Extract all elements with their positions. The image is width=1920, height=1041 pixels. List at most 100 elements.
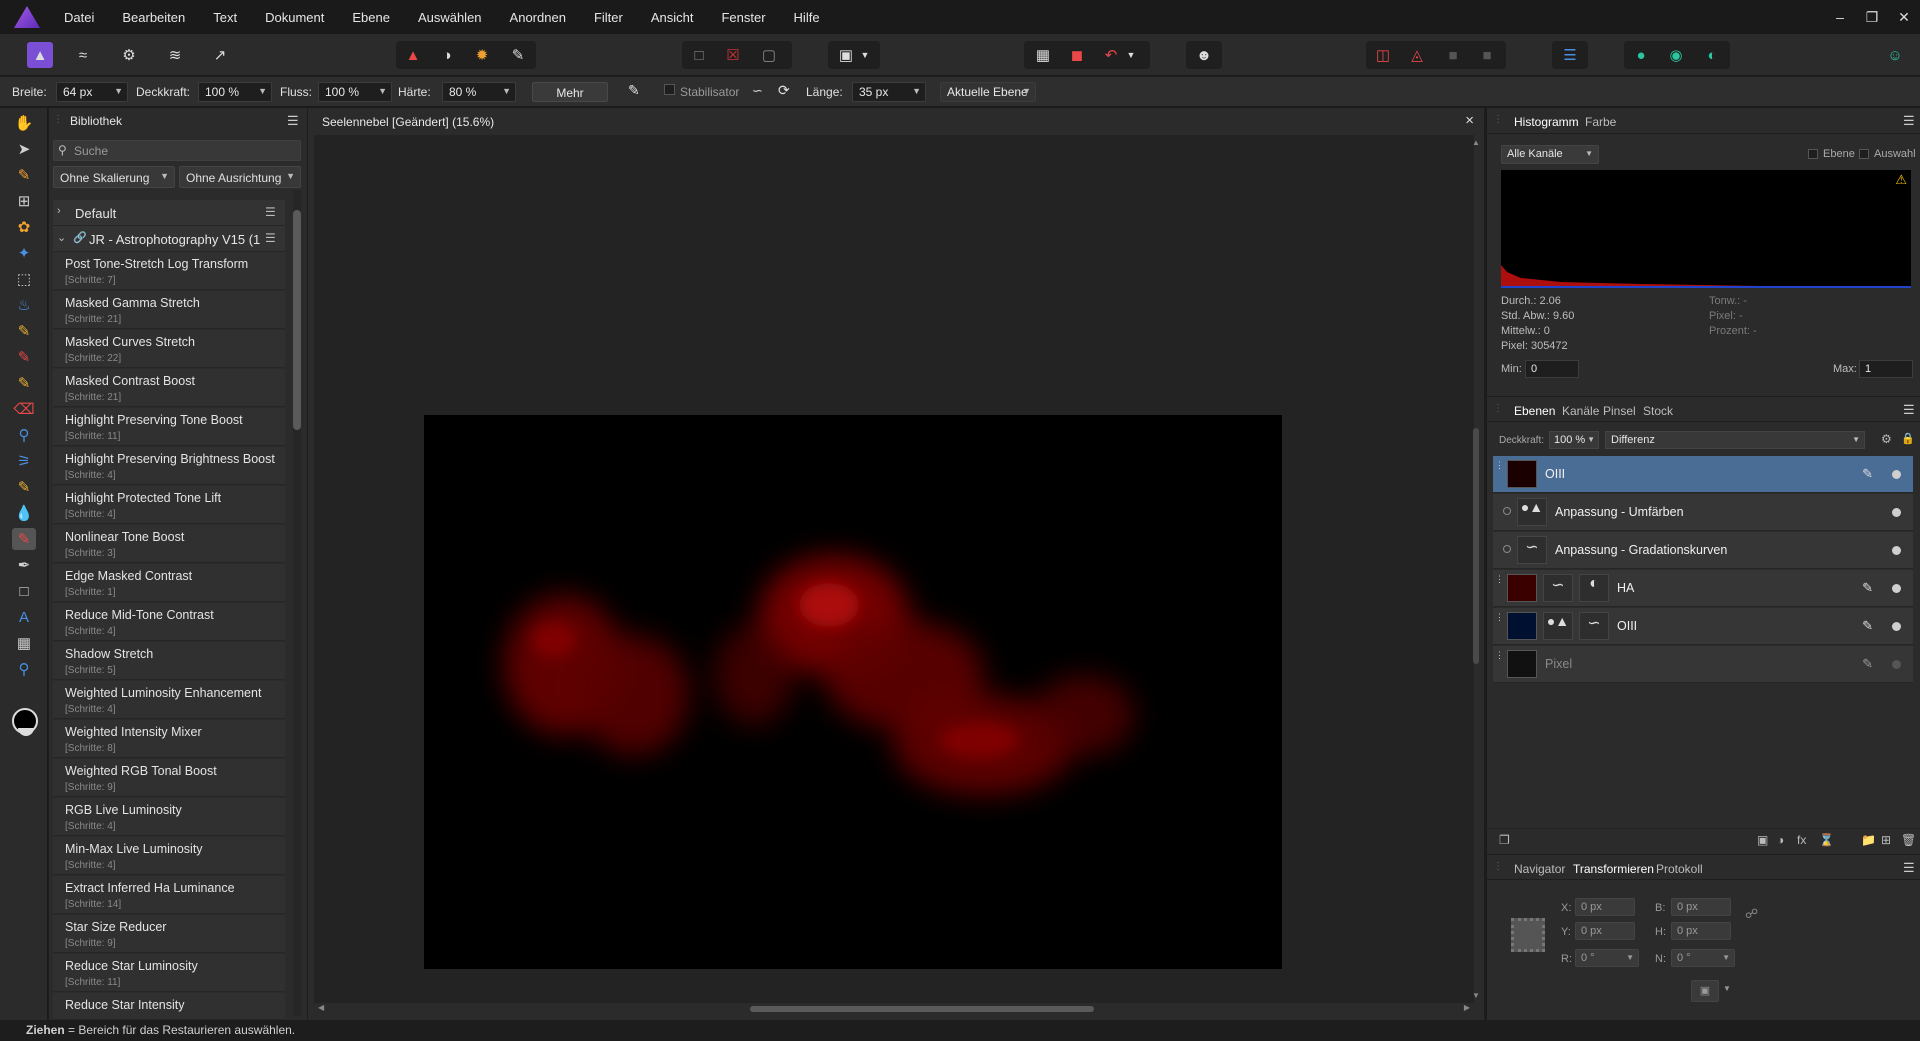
- grid-icon[interactable]: ▦: [1030, 42, 1056, 68]
- invert-selection-icon[interactable]: ▢: [756, 42, 782, 68]
- menu-ebene[interactable]: Ebene: [338, 10, 404, 25]
- lock-icon[interactable]: 🔒: [1901, 432, 1915, 445]
- tab-kanaele[interactable]: Kanäle: [1562, 404, 1599, 418]
- layer-row-ha[interactable]: ⋮ ∽ ◐ HA ✎: [1493, 570, 1913, 607]
- layer-expand-icon[interactable]: ⋮: [1495, 650, 1504, 661]
- panel-grip-icon[interactable]: ⋮: [1493, 861, 1503, 872]
- add-adjustment-icon[interactable]: ◑: [1777, 833, 1784, 847]
- intersect-icon[interactable]: ◐: [1699, 42, 1725, 68]
- window-mode-icon[interactable]: ⟳: [778, 82, 790, 99]
- flow-field[interactable]: 100 % ▼: [318, 82, 392, 102]
- macro-item[interactable]: Post Tone-Stretch Log Transform [Schritte…: [53, 252, 285, 290]
- tab-histogram[interactable]: Histogramm: [1514, 115, 1579, 129]
- develop-persona-icon[interactable]: ⚙: [116, 42, 142, 68]
- scroll-down-icon[interactable]: ▼: [1472, 991, 1480, 1000]
- paint-brush-icon[interactable]: ✎: [12, 346, 36, 368]
- library-tab[interactable]: Bibliothek: [70, 114, 122, 128]
- account-icon[interactable]: ☺: [1882, 42, 1908, 68]
- flood-select-icon[interactable]: ✦: [12, 242, 36, 264]
- clone-tool-icon[interactable]: ⚞: [12, 450, 36, 472]
- menu-text[interactable]: Text: [199, 10, 251, 25]
- select-all-icon[interactable]: □: [686, 42, 712, 68]
- macro-item[interactable]: Shadow Stretch [Schritte: 5]: [53, 642, 285, 680]
- quick-mask-icon[interactable]: ▣: [833, 42, 859, 68]
- gradient-tool-icon[interactable]: ✎: [12, 320, 36, 342]
- hardness-field[interactable]: 80 % ▼: [442, 82, 516, 102]
- category-default[interactable]: › Default ☰: [53, 200, 285, 226]
- visibility-dot-icon[interactable]: [1892, 584, 1901, 593]
- secondary-color-swatch[interactable]: [18, 728, 34, 736]
- category-menu-icon[interactable]: ☰: [265, 231, 276, 245]
- macro-item[interactable]: Masked Contrast Boost [Schritte: 21]: [53, 369, 285, 407]
- menu-anordnen[interactable]: Anordnen: [496, 10, 580, 25]
- snapping-icon[interactable]: ↶: [1098, 42, 1124, 68]
- edit-layer-icon[interactable]: ✎: [1862, 656, 1873, 672]
- deselect-icon[interactable]: ☒: [720, 42, 746, 68]
- canvas-viewport[interactable]: [314, 135, 1474, 1003]
- scroll-up-icon[interactable]: ▲: [1472, 138, 1480, 147]
- transform-origin-icon[interactable]: ▣: [1691, 980, 1719, 1002]
- layer-row-oiii-top[interactable]: ⋮ OIII ✎: [1493, 456, 1913, 493]
- layer-settings-icon[interactable]: ❐: [1499, 833, 1510, 847]
- add-mask-icon[interactable]: ▣: [1757, 833, 1768, 847]
- visibility-dot-icon[interactable]: [1892, 470, 1901, 479]
- mesh-warp-icon[interactable]: ▦: [12, 632, 36, 654]
- visibility-dot-icon[interactable]: [1892, 546, 1901, 555]
- panel-grip-icon[interactable]: ⋮: [1493, 403, 1503, 414]
- visibility-dot-icon[interactable]: [1892, 622, 1901, 631]
- liquify-persona-icon[interactable]: ≈: [70, 42, 96, 68]
- crop-tool-icon[interactable]: ⊞: [12, 190, 36, 212]
- panel-menu-icon[interactable]: ☰: [1903, 113, 1915, 129]
- layer-opacity-field[interactable]: 100 % ▼: [1549, 431, 1599, 449]
- subtract-icon[interactable]: ◉: [1663, 42, 1689, 68]
- layer-expand-icon[interactable]: ⋮: [1495, 460, 1504, 471]
- menu-dokument[interactable]: Dokument: [251, 10, 338, 25]
- text-tool-icon[interactable]: A: [12, 606, 36, 628]
- scale-select[interactable]: Ohne Skalierung ▼: [53, 166, 175, 188]
- menu-auswaehlen[interactable]: Auswählen: [404, 10, 496, 25]
- align-icon[interactable]: ☰: [1557, 42, 1583, 68]
- length-field[interactable]: 35 px ▼: [852, 82, 926, 102]
- marquee-tool-icon[interactable]: ⬚: [12, 268, 36, 290]
- macro-item[interactable]: Weighted Luminosity Enhancement [Schritte…: [53, 681, 285, 719]
- b-field[interactable]: 0 px: [1671, 898, 1731, 916]
- arrange-forward-icon[interactable]: ◬: [1404, 42, 1430, 68]
- layer-row-umfaerben[interactable]: ●▲ Anpassung - Umfärben: [1493, 494, 1913, 531]
- menu-hilfe[interactable]: Hilfe: [780, 10, 834, 25]
- macro-item[interactable]: Masked Gamma Stretch [Schritte: 21]: [53, 291, 285, 329]
- restore-icon[interactable]: ❐: [1856, 9, 1888, 26]
- rope-mode-icon[interactable]: ∽: [752, 83, 763, 99]
- scroll-right-icon[interactable]: ▶: [1464, 1003, 1470, 1012]
- horizontal-scrollbar[interactable]: ◀ ▶: [316, 1002, 1472, 1016]
- macro-item[interactable]: Highlight Preserving Brightness Boost [Sc…: [53, 447, 285, 485]
- photo-persona-icon[interactable]: ▲: [27, 42, 53, 68]
- tab-ebenen[interactable]: Ebenen: [1514, 404, 1555, 418]
- add-live-filter-icon[interactable]: ⌛: [1819, 833, 1834, 847]
- panel-grip-icon[interactable]: ⋮: [53, 114, 63, 125]
- macro-item[interactable]: RGB Live Luminosity [Schritte: 4]: [53, 798, 285, 836]
- add-group-icon[interactable]: 📁: [1861, 833, 1876, 847]
- quick-mask-dropdown-icon[interactable]: ▼: [858, 42, 872, 68]
- width-field[interactable]: 64 px ▼: [56, 82, 128, 102]
- document-tab[interactable]: Seelennebel [Geändert] (15.6%) ×: [308, 108, 1484, 134]
- scroll-left-icon[interactable]: ◀: [318, 1003, 324, 1012]
- link-dimensions-icon[interactable]: ☍: [1745, 906, 1758, 922]
- blend-options-icon[interactable]: ⚙: [1881, 432, 1892, 446]
- align-select[interactable]: Ohne Ausrichtung ▼: [179, 166, 301, 188]
- warning-icon[interactable]: ⚠: [1895, 172, 1907, 188]
- visibility-dot-icon[interactable]: [1892, 660, 1901, 669]
- blend-mode-select[interactable]: Differenz ▼: [1605, 431, 1865, 449]
- assistant-icon[interactable]: ☻: [1191, 42, 1217, 68]
- menu-ansicht[interactable]: Ansicht: [637, 10, 708, 25]
- tab-stock[interactable]: Stock: [1643, 404, 1673, 418]
- rectangle-tool-icon[interactable]: □: [12, 580, 36, 602]
- add-layer-icon[interactable]: ⊞: [1881, 833, 1891, 847]
- contrast-icon[interactable]: ◑: [434, 42, 460, 68]
- macro-item[interactable]: Reduce Mid-Tone Contrast [Schritte: 4]: [53, 603, 285, 641]
- r-field[interactable]: 0 ° ▼: [1575, 949, 1639, 967]
- max-field[interactable]: 1: [1859, 360, 1913, 378]
- layer-row-gradationskurven[interactable]: ∽ Anpassung - Gradationskurven: [1493, 532, 1913, 569]
- chevron-down-icon[interactable]: ▼: [1723, 984, 1731, 993]
- library-search-input[interactable]: ⚲ Suche: [53, 140, 301, 161]
- macro-item[interactable]: Star Size Reducer [Schritte: 9]: [53, 915, 285, 953]
